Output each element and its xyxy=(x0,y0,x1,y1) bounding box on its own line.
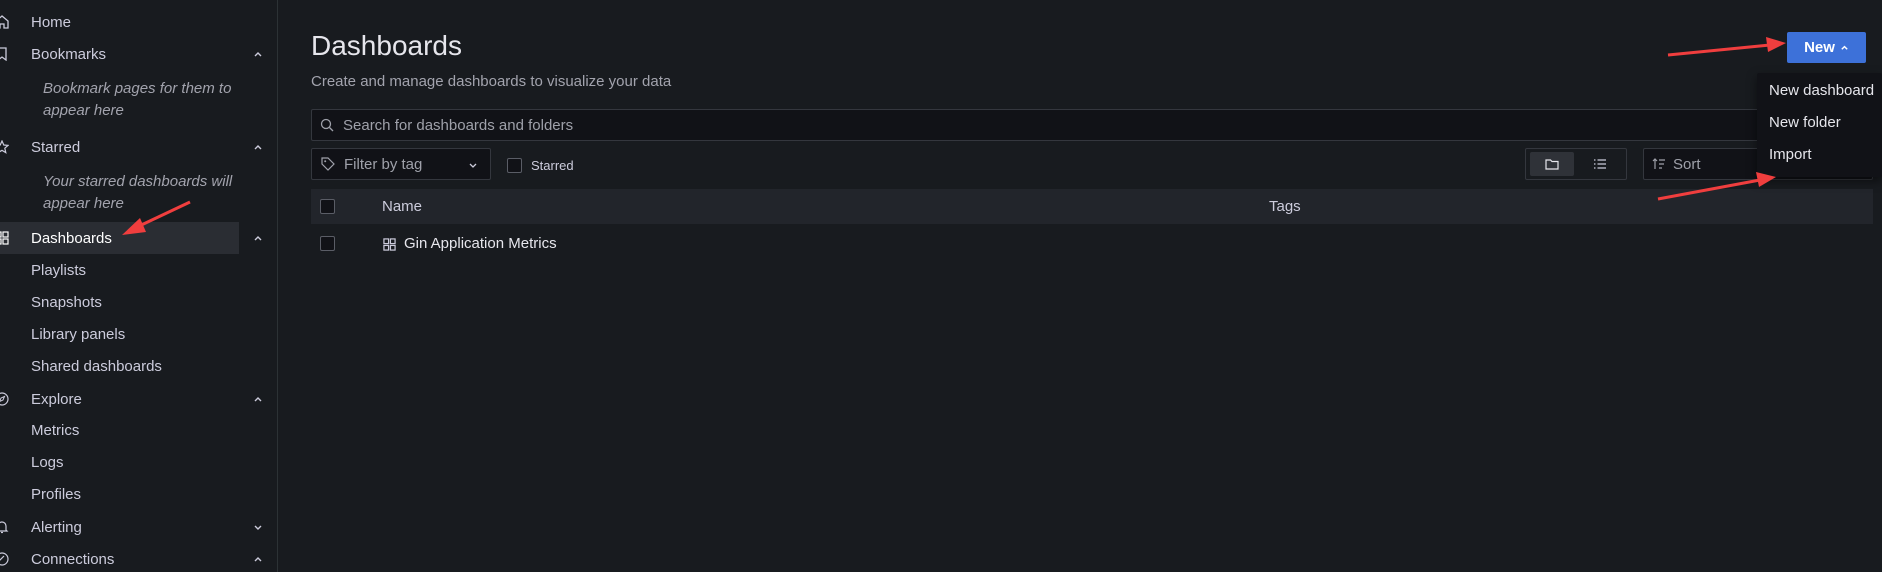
sidebar-item-profiles[interactable]: Profiles xyxy=(31,479,81,511)
list-icon xyxy=(1594,159,1606,169)
chevron-up-icon[interactable] xyxy=(252,232,264,244)
view-toggle xyxy=(1525,148,1627,180)
new-button[interactable]: New xyxy=(1787,32,1866,63)
column-name-header: Name xyxy=(382,198,423,215)
sidebar-item-bookmarks[interactable]: Bookmarks xyxy=(0,38,262,70)
star-icon xyxy=(0,139,10,155)
sidebar-item-dashboards[interactable]: Dashboards xyxy=(0,222,262,254)
chevron-down-icon xyxy=(468,159,480,171)
sidebar-item-home[interactable]: Home xyxy=(0,6,239,38)
starred-empty-note: Your starred dashboards will appear here xyxy=(43,173,233,212)
table-row[interactable]: Gin Application Metrics xyxy=(311,227,1873,259)
bookmark-icon xyxy=(0,46,10,62)
sidebar-item-connections[interactable]: Connections xyxy=(0,543,262,572)
sort-label: Sort xyxy=(1673,155,1701,173)
sidebar-item-library-panels[interactable]: Library panels xyxy=(31,319,125,351)
sidebar-item-alerting[interactable]: Alerting xyxy=(0,511,262,543)
menu-item-import[interactable]: Import xyxy=(1769,139,1812,171)
search-icon xyxy=(320,117,336,133)
starred-filter[interactable]: Starred xyxy=(507,158,574,173)
sidebar-item-shared-dashboards[interactable]: Shared dashboards xyxy=(31,351,162,383)
search-input[interactable]: Search for dashboards and folders xyxy=(311,109,1871,141)
tag-filter-label: Filter by tag xyxy=(344,155,423,173)
menu-item-new-folder[interactable]: New folder xyxy=(1769,107,1841,139)
tag-filter[interactable]: Filter by tag xyxy=(311,148,491,180)
chevron-up-icon xyxy=(1841,45,1848,50)
chevron-up-icon[interactable] xyxy=(252,48,264,60)
folder-icon xyxy=(1545,159,1559,170)
bell-icon xyxy=(0,519,10,535)
apps-icon xyxy=(383,237,397,251)
sidebar-item-starred[interactable]: Starred xyxy=(0,131,262,163)
tag-icon xyxy=(321,156,337,172)
chevron-up-icon[interactable] xyxy=(252,141,264,153)
sidebar-item-label: Explore xyxy=(31,390,82,408)
sidebar-item-metrics[interactable]: Metrics xyxy=(31,415,79,447)
sidebar-item-label: Connections xyxy=(31,550,115,568)
sidebar-item-snapshots[interactable]: Snapshots xyxy=(31,287,102,319)
link-icon xyxy=(0,551,10,567)
sidebar-item-label: Alerting xyxy=(31,518,82,536)
sidebar: Home Bookmarks Bookmark pages for them t… xyxy=(0,0,278,572)
chevron-up-icon[interactable] xyxy=(252,553,264,565)
new-button-label: New xyxy=(1804,39,1835,56)
sidebar-item-logs[interactable]: Logs xyxy=(31,447,64,479)
chevron-down-icon[interactable] xyxy=(252,521,264,533)
starred-filter-label: Starred xyxy=(531,158,574,173)
sidebar-item-label: Home xyxy=(31,13,72,31)
bookmarks-empty-note: Bookmark pages for them to appear here xyxy=(43,80,232,119)
column-tags-header: Tags xyxy=(1269,198,1301,215)
new-menu: New dashboard New folder Import xyxy=(1757,73,1882,177)
main-content: Dashboards Create and manage dashboards … xyxy=(279,0,1882,572)
chevron-up-icon[interactable] xyxy=(252,393,264,405)
folder-view-button[interactable] xyxy=(1530,152,1574,176)
dashboard-link[interactable]: Gin Application Metrics xyxy=(404,235,557,252)
home-icon xyxy=(0,14,10,30)
row-checkbox[interactable] xyxy=(320,236,335,251)
sidebar-item-explore[interactable]: Explore xyxy=(0,383,262,415)
starred-checkbox[interactable] xyxy=(507,158,522,173)
compass-icon xyxy=(0,391,10,407)
table-header: Name Tags xyxy=(311,189,1873,224)
apps-icon xyxy=(0,230,10,246)
sort-icon xyxy=(1652,156,1668,172)
list-view-button[interactable] xyxy=(1578,152,1622,176)
search-placeholder: Search for dashboards and folders xyxy=(343,116,574,134)
sidebar-item-label: Bookmarks xyxy=(31,45,107,63)
menu-item-new-dashboard[interactable]: New dashboard xyxy=(1769,75,1874,107)
page-title: Dashboards xyxy=(311,30,462,61)
sidebar-item-label: Dashboards xyxy=(31,229,112,247)
page-subtitle: Create and manage dashboards to visualiz… xyxy=(311,73,672,90)
sidebar-item-playlists[interactable]: Playlists xyxy=(31,255,86,287)
select-all-checkbox[interactable] xyxy=(320,199,335,214)
sidebar-item-label: Starred xyxy=(31,138,81,156)
